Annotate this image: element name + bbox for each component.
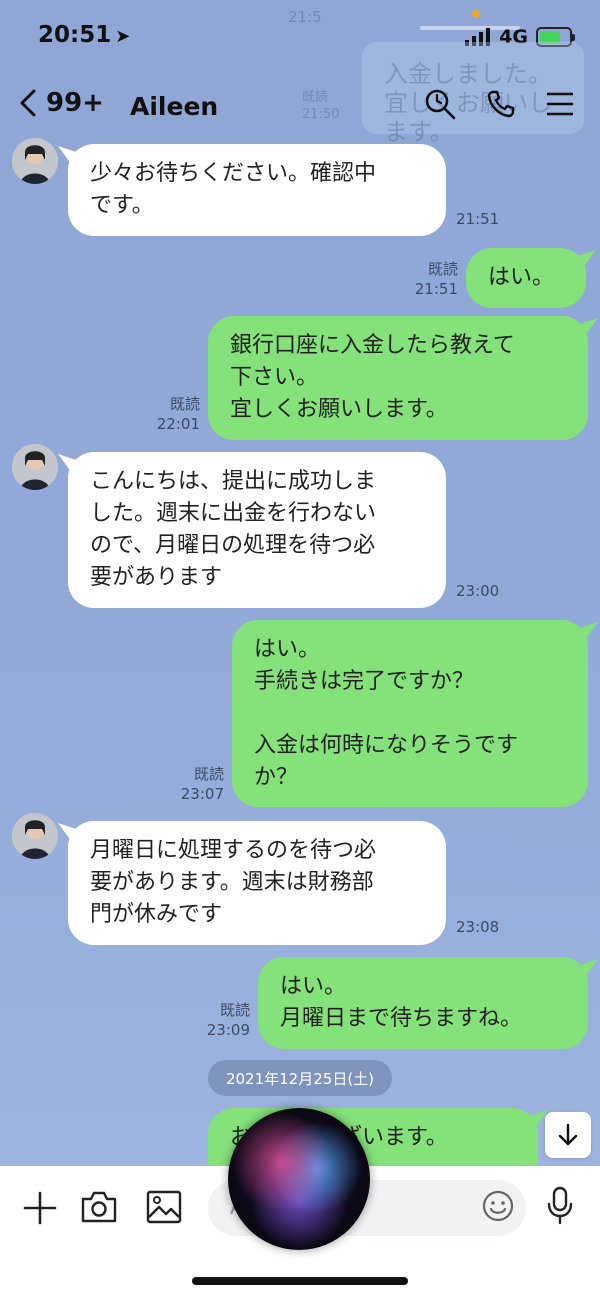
message-bubble[interactable]: はい。 手続きは完了ですか？ 入金は何時になりそうです か？ [232, 620, 588, 808]
arrow-down-icon [558, 1123, 578, 1146]
scroll-to-bottom-button[interactable] [545, 1112, 591, 1158]
message-time: 23:00 [456, 582, 500, 600]
plus-icon[interactable] [22, 1190, 58, 1226]
message-bubble[interactable]: こんにちは、提出に成功しま した。週末に出金を行わない ので、月曜日の処理を待つ… [68, 452, 446, 608]
message-status: 既読 23:09 [206, 1001, 250, 1040]
camera-icon[interactable] [80, 1190, 118, 1224]
back-button[interactable]: 99+ [18, 88, 104, 118]
phone-icon[interactable] [486, 89, 516, 119]
message-bubble[interactable]: はい。 [466, 248, 586, 308]
status-time: 20:51 ➤ [38, 22, 131, 48]
message-bubble[interactable]: 銀行口座に入金したら教えて 下さい。 宜しくお願いします。 [208, 316, 588, 440]
message-bubble[interactable]: 少々お待ちください。確認中 です。 [68, 144, 446, 236]
message-status: 既読 22:01 [156, 395, 200, 434]
unread-count: 99+ [46, 88, 104, 118]
location-arrow-icon: ➤ [115, 26, 131, 47]
date-divider: 2021年12月25日(土) [208, 1060, 392, 1096]
emoji-icon[interactable] [482, 1190, 514, 1222]
chat-title: Aileen [130, 92, 219, 121]
message-time: 23:08 [456, 918, 500, 936]
search-icon[interactable] [424, 88, 456, 120]
menu-icon[interactable] [546, 91, 574, 117]
siri-orb[interactable] [228, 1108, 370, 1250]
image-icon[interactable] [146, 1190, 182, 1224]
mic-icon[interactable] [546, 1186, 574, 1226]
message-time: 21:51 [456, 210, 500, 228]
message-status: 既読 21:51 [414, 260, 458, 299]
avatar[interactable] [12, 138, 58, 184]
privacy-indicator [472, 10, 480, 18]
ghost-time: 21:5 [288, 8, 322, 26]
header-actions [424, 88, 574, 120]
message-bubble[interactable]: 月曜日に処理するのを待つ必 要があります。週末は財務部 門が休みです [68, 821, 446, 945]
avatar[interactable] [12, 444, 58, 490]
message-status: 既読 23:07 [180, 765, 224, 804]
message-bubble[interactable]: はい。 月曜日まで待ちますね。 [258, 957, 588, 1049]
chevron-left-icon [20, 89, 36, 117]
home-indicator[interactable] [192, 1277, 408, 1285]
avatar[interactable] [12, 813, 58, 859]
ghost-read: 既読 21:50 [302, 90, 340, 122]
